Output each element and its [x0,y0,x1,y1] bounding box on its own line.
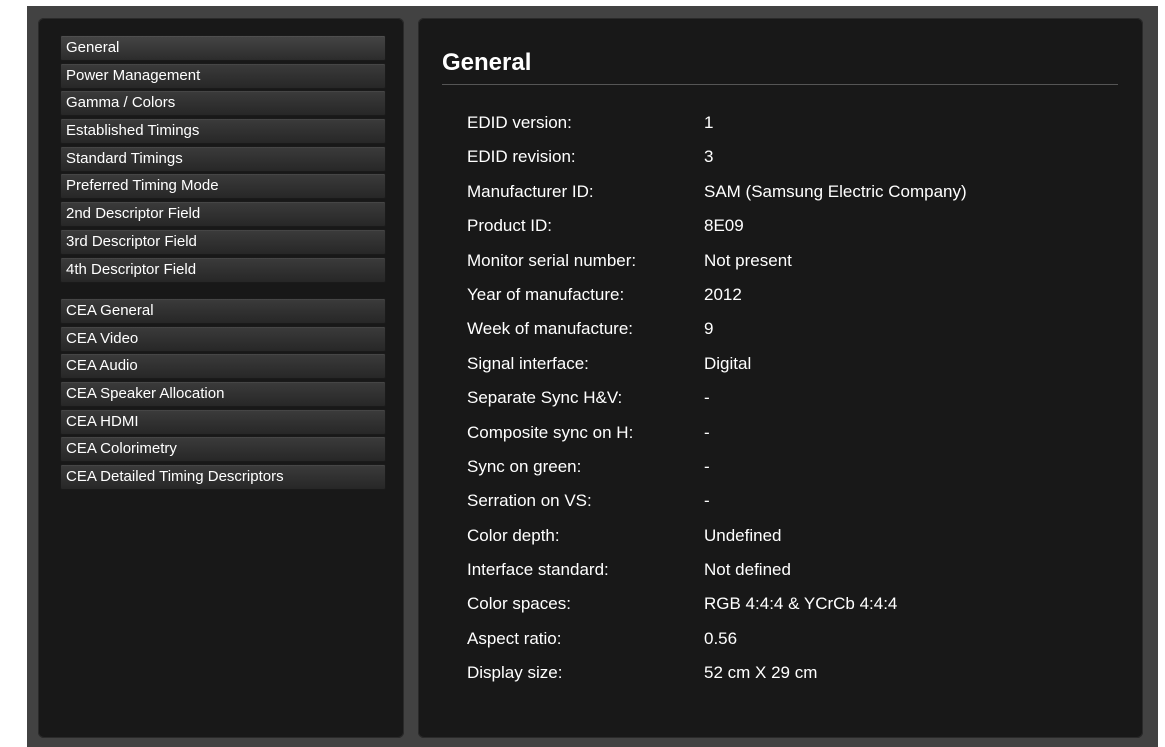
property-label: Display size: [467,663,563,683]
property-value: SAM (Samsung Electric Company) [704,181,967,201]
property-value: Not defined [704,560,791,580]
property-value: - [704,422,710,442]
property-value: - [704,388,710,408]
property-row-color-spaces: Color spaces: RGB 4:4:4 & YCrCb 4:4:4 [467,593,1107,627]
property-row-aspect-ratio: Aspect ratio: 0.56 [467,628,1107,662]
property-value: RGB 4:4:4 & YCrCb 4:4:4 [704,594,898,614]
property-value: - [704,456,710,476]
property-label: Interface standard: [467,560,609,580]
nav-item-cea-video[interactable]: CEA Video [60,325,386,352]
title-divider [442,84,1118,85]
property-value: 52 cm X 29 cm [704,663,818,683]
property-value: 2012 [704,284,742,304]
property-label: Sync on green: [467,456,582,476]
property-label: Composite sync on H: [467,422,634,442]
page-title: General [442,49,532,76]
property-row-monitor-serial-number: Monitor serial number: Not present [467,250,1107,284]
property-label: Serration on VS: [467,491,592,511]
property-list: EDID version: 1 EDID revision: 3 Manufac… [467,112,1107,697]
property-value: 0.56 [704,628,738,648]
nav-item-established-timings[interactable]: Established Timings [60,118,386,145]
property-label: Week of manufacture: [467,319,633,339]
property-label: Year of manufacture: [467,284,625,304]
property-row-week-of-manufacture: Week of manufacture: 9 [467,318,1107,352]
property-value: Not present [704,250,792,270]
property-label: Color depth: [467,525,560,545]
property-label: Product ID: [467,216,553,236]
section-navigation-sidebar: General Power Management Gamma / Colors … [38,18,404,738]
property-value: Digital [704,353,752,373]
property-label: Monitor serial number: [467,250,637,270]
property-row-separate-sync: Separate Sync H&V: - [467,387,1107,421]
nav-item-cea-hdmi[interactable]: CEA HDMI [60,408,386,435]
property-row-signal-interface: Signal interface: Digital [467,353,1107,387]
nav-item-cea-colorimetry[interactable]: CEA Colorimetry [60,436,386,463]
nav-item-cea-general[interactable]: CEA General [60,298,386,324]
property-row-edid-version: EDID version: 1 [467,112,1107,146]
edid-sections-list: General Power Management Gamma / Colors … [60,35,386,284]
cea-sections-list: CEA General CEA Video CEA Audio CEA Spea… [60,298,386,492]
nav-item-general[interactable]: General [60,35,386,61]
property-label: Manufacturer ID: [467,181,594,201]
property-label: Aspect ratio: [467,628,562,648]
property-value: 1 [704,113,714,132]
property-row-color-depth: Color depth: Undefined [467,525,1107,559]
property-value: 9 [704,319,714,339]
property-label: Color spaces: [467,594,571,614]
property-row-manufacturer-id: Manufacturer ID: SAM (Samsung Electric C… [467,181,1107,215]
property-value: 3 [704,147,714,167]
nav-item-3rd-descriptor-field[interactable]: 3rd Descriptor Field [60,228,386,255]
nav-item-4th-descriptor-field[interactable]: 4th Descriptor Field [60,256,386,283]
property-row-year-of-manufacture: Year of manufacture: 2012 [467,284,1107,318]
nav-item-2nd-descriptor-field[interactable]: 2nd Descriptor Field [60,201,386,228]
property-label: Signal interface: [467,353,589,373]
nav-item-cea-detailed-timing-descriptors[interactable]: CEA Detailed Timing Descriptors [60,464,386,491]
property-row-sync-on-green: Sync on green: - [467,456,1107,490]
property-row-serration-on-vs: Serration on VS: - [467,490,1107,524]
nav-item-preferred-timing-mode[interactable]: Preferred Timing Mode [60,173,386,200]
details-panel: General EDID version: 1 EDID revision: 3… [418,18,1143,738]
property-row-product-id: Product ID: 8E09 [467,215,1107,249]
property-value: 8E09 [704,216,744,236]
nav-item-cea-speaker-allocation[interactable]: CEA Speaker Allocation [60,381,386,408]
property-label: EDID revision: [467,147,576,167]
edid-viewer-window: General Power Management Gamma / Colors … [27,6,1158,747]
property-label: EDID version: [467,113,572,132]
nav-item-gamma-colors[interactable]: Gamma / Colors [60,90,386,117]
nav-item-cea-audio[interactable]: CEA Audio [60,353,386,380]
property-value: - [704,491,710,511]
nav-item-standard-timings[interactable]: Standard Timings [60,145,386,172]
property-row-display-size: Display size: 52 cm X 29 cm [467,662,1107,696]
property-value: Undefined [704,525,782,545]
property-row-composite-sync: Composite sync on H: - [467,422,1107,456]
nav-item-power-management[interactable]: Power Management [60,62,386,89]
property-row-edid-revision: EDID revision: 3 [467,146,1107,180]
property-row-interface-standard: Interface standard: Not defined [467,559,1107,593]
property-label: Separate Sync H&V: [467,388,623,408]
